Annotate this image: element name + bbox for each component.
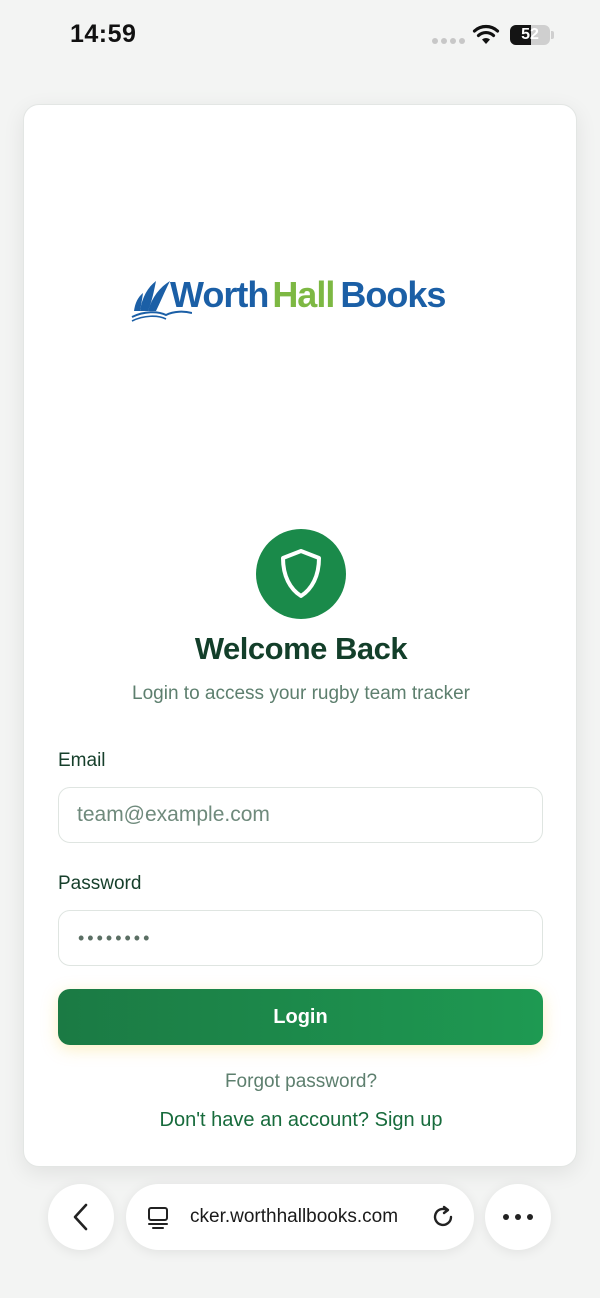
tabs-icon [148, 1207, 168, 1229]
status-bar: 14:59 52 [0, 0, 600, 76]
email-label: Email [58, 750, 106, 771]
battery-icon: 52 [510, 25, 554, 45]
shield-badge [256, 529, 346, 619]
address-bar[interactable]: cker.worthhallbooks.com [126, 1184, 474, 1250]
brand-logo: Worth Hall Books [130, 265, 450, 325]
logo-word-books: Books [340, 274, 446, 315]
password-label: Password [58, 873, 142, 894]
back-chevron-icon [73, 1203, 88, 1231]
email-input[interactable] [58, 787, 543, 843]
url-text[interactable]: cker.worthhallbooks.com [190, 1184, 414, 1250]
back-button[interactable] [48, 1184, 114, 1250]
login-card: Worth Hall Books Welcome Back Login to acc… [23, 104, 577, 1167]
login-button[interactable]: Login [58, 989, 543, 1045]
status-time: 14:59 [70, 20, 137, 48]
forgot-password-link[interactable]: Forgot password? [24, 1071, 578, 1093]
page-title: Welcome Back [194, 631, 408, 666]
signal-dots-icon [432, 38, 465, 44]
logo-word-worth: Worth [170, 274, 269, 315]
battery-percent: 52 [521, 26, 539, 43]
reload-icon[interactable] [430, 1204, 456, 1230]
logo-word-hall: Hall [272, 274, 335, 315]
signup-link[interactable]: Don't have an account? Sign up [24, 1109, 578, 1132]
brand-wordmark: Worth Hall Books [170, 271, 446, 319]
wifi-icon [472, 24, 500, 44]
more-button[interactable] [485, 1184, 551, 1250]
shield-icon [281, 549, 321, 598]
password-input[interactable] [58, 910, 543, 966]
browser-toolbar: cker.worthhallbooks.com [0, 1180, 600, 1254]
more-icon [503, 1214, 533, 1220]
page-subtitle: Login to access your rugby team tracker [132, 683, 470, 704]
